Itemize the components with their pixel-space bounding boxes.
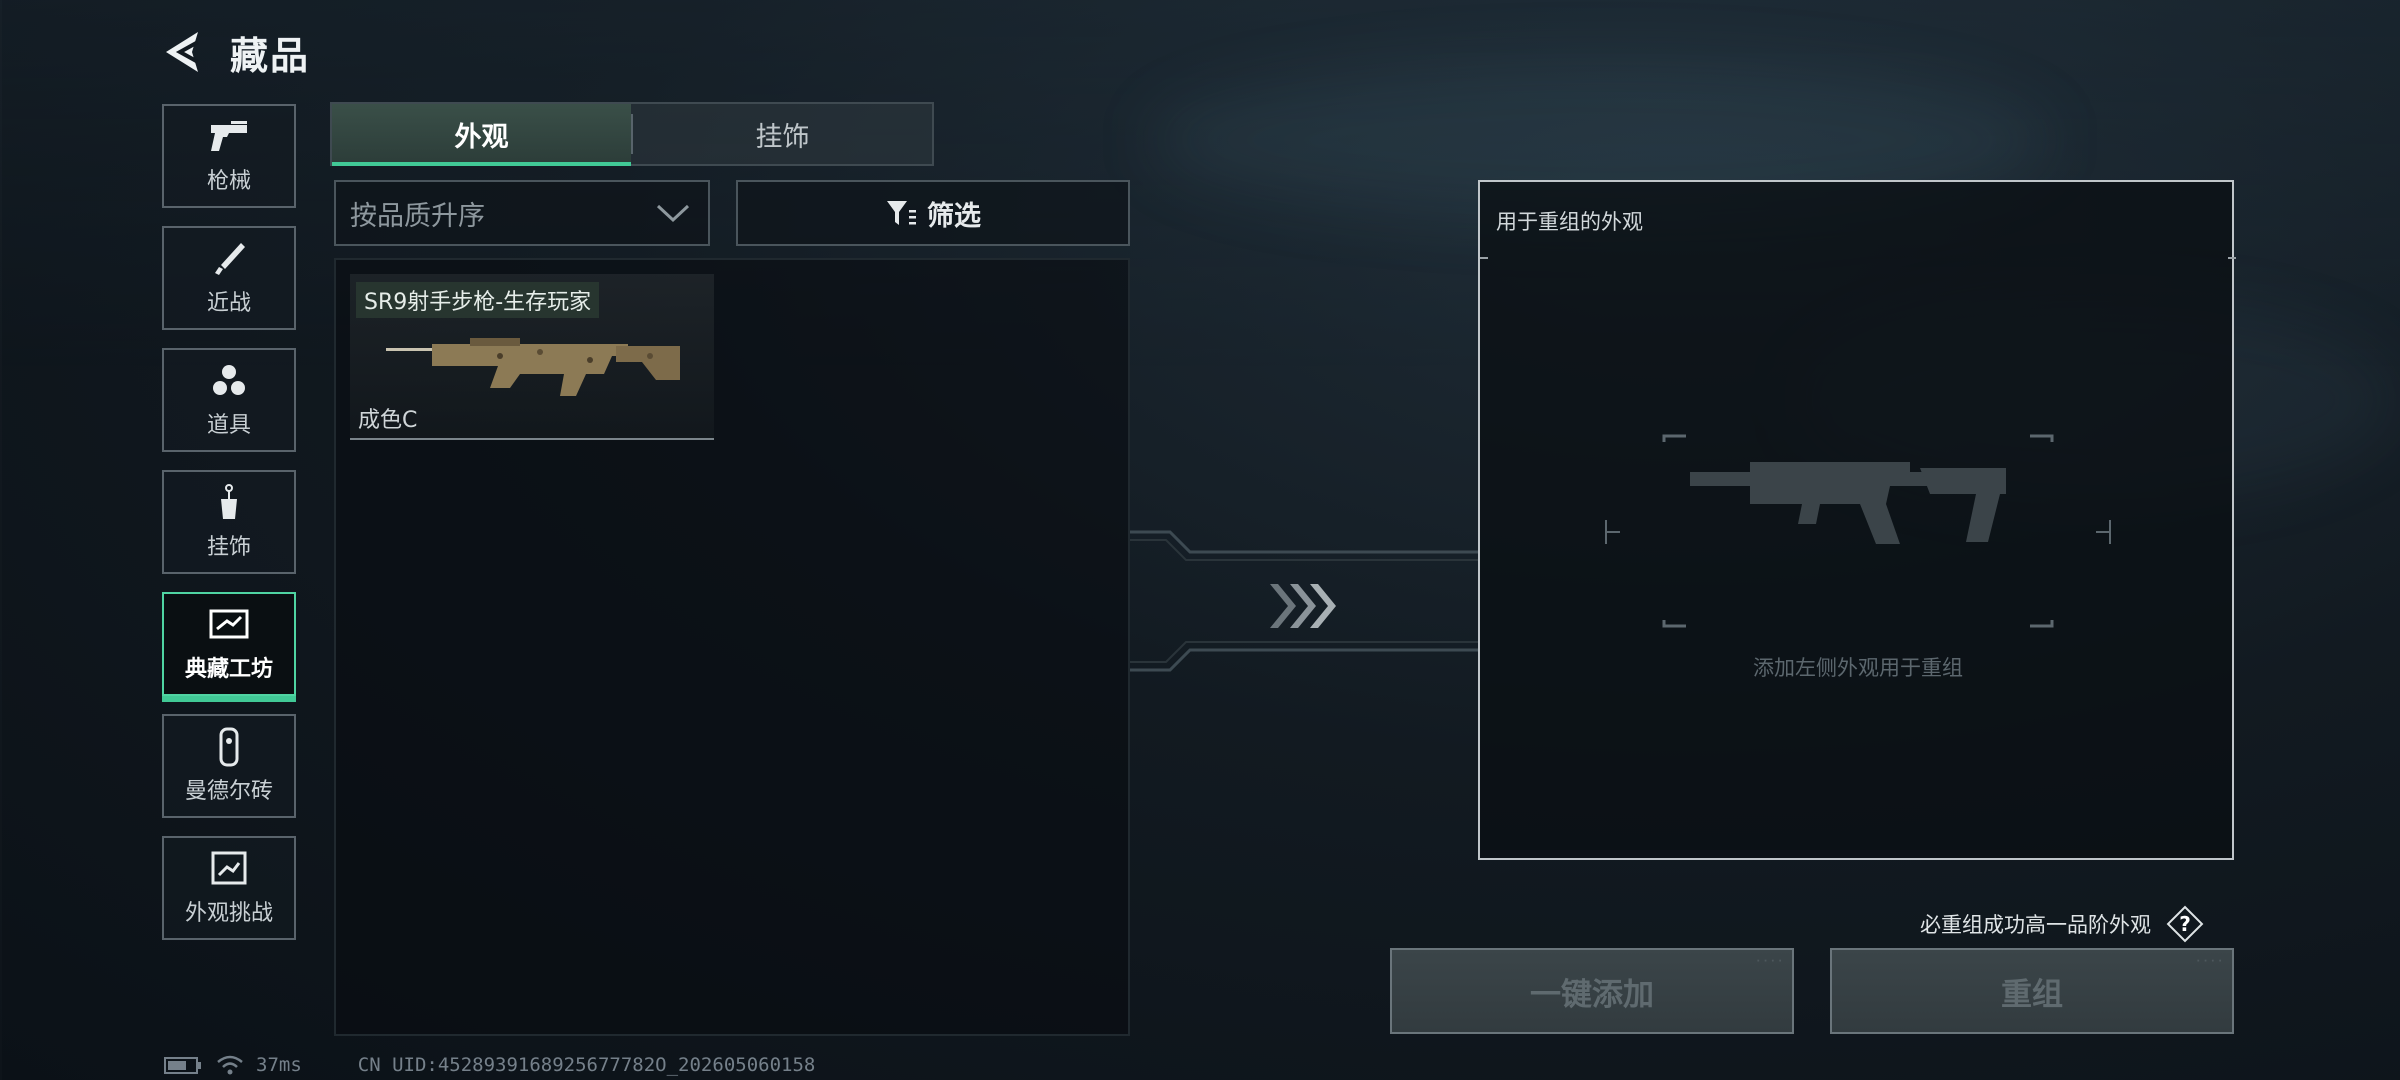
- question-diamond-icon[interactable]: ?: [2165, 904, 2205, 944]
- sidebar: 枪械 近战 道具 挂饰 典藏工坊 曼德尔砖 外观挑战: [162, 104, 300, 958]
- sidebar-item-label: 曼德尔砖: [184, 779, 273, 804]
- status-bar: 37ms CN UID:4528939168925677782O_2026050…: [164, 1054, 815, 1076]
- header: 藏品: [162, 24, 310, 80]
- chevron-down-icon: [656, 204, 690, 223]
- sort-value: 按品质升序: [350, 200, 485, 232]
- sidebar-item-label: 道具: [206, 413, 251, 438]
- skin-card[interactable]: SR9射手步枪-生存玩家 成色C: [350, 274, 714, 440]
- skin-grade: 成色C: [358, 408, 418, 433]
- back-arrow-icon[interactable]: [162, 28, 206, 76]
- sidebar-item-charms[interactable]: 挂饰: [162, 470, 296, 574]
- brick-icon: [219, 727, 239, 767]
- add-all-label: 一键添加: [1530, 976, 1654, 1013]
- knife-icon: [215, 243, 245, 275]
- add-all-button[interactable]: · · · · 一键添加: [1390, 948, 1794, 1034]
- sidebar-item-label: 近战: [206, 291, 251, 316]
- battery-icon: [164, 1057, 201, 1074]
- tab-charms[interactable]: 挂饰: [633, 104, 932, 164]
- button-decoration: · · · ·: [2196, 956, 2222, 967]
- sidebar-item-items[interactable]: 道具: [162, 348, 296, 452]
- guarantee-text: 必重组成功高一品阶外观: [1920, 913, 2151, 937]
- challenge-icon: [211, 851, 247, 885]
- tab-appearance[interactable]: 外观: [332, 104, 631, 166]
- wifi-icon: [217, 1055, 243, 1075]
- page-title: 藏品: [230, 33, 311, 78]
- filter-button[interactable]: 筛选: [736, 180, 1130, 246]
- workshop-icon: [209, 609, 249, 639]
- grenade-cluster-icon: [213, 365, 245, 395]
- recombine-hint: 添加左侧外观用于重组: [1753, 656, 1963, 680]
- recombine-button[interactable]: · · · · 重组: [1830, 948, 2234, 1034]
- svg-text:?: ?: [2179, 912, 2191, 936]
- sidebar-item-label: 外观挑战: [184, 901, 273, 926]
- sidebar-item-guns[interactable]: 枪械: [162, 104, 296, 208]
- triple-chevron-right-icon: [1270, 584, 1336, 628]
- sidebar-item-skin-challenge[interactable]: 外观挑战: [162, 836, 296, 940]
- skin-name: SR9射手步枪-生存玩家: [356, 282, 600, 318]
- recombine-panel-title: 用于重组的外观: [1496, 210, 1643, 234]
- guarantee-info: 必重组成功高一品阶外观 ?: [1920, 904, 2205, 944]
- button-decoration: · · · ·: [1756, 956, 1782, 967]
- sidebar-item-label: 枪械: [206, 169, 251, 194]
- sidebar-item-label: 挂饰: [206, 535, 251, 560]
- skin-list-panel[interactable]: SR9射手步枪-生存玩家 成色C: [334, 258, 1130, 1036]
- filter-icon: [887, 201, 916, 225]
- player-uid: CN UID:4528939168925677782O_202605060158: [357, 1054, 816, 1076]
- sidebar-item-melee[interactable]: 近战: [162, 226, 296, 330]
- recombine-label: 重组: [2001, 976, 2063, 1013]
- rifle-silhouette-icon: [1690, 462, 2006, 544]
- latency-value: 37ms: [256, 1054, 302, 1076]
- sidebar-item-mandel-brick[interactable]: 曼德尔砖: [162, 714, 296, 818]
- sidebar-item-label: 典藏工坊: [184, 657, 273, 682]
- pistol-icon: [211, 121, 247, 151]
- charm-icon: [221, 484, 237, 519]
- sidebar-item-workshop[interactable]: 典藏工坊: [162, 592, 296, 702]
- filter-label: 筛选: [927, 200, 981, 232]
- recombine-panel[interactable]: 用于重组的外观 添加左侧外观用于重组: [1478, 180, 2236, 860]
- rifle-icon: [386, 338, 680, 396]
- category-tabs: 外观 挂饰: [330, 102, 934, 166]
- sort-dropdown[interactable]: 按品质升序: [334, 180, 710, 246]
